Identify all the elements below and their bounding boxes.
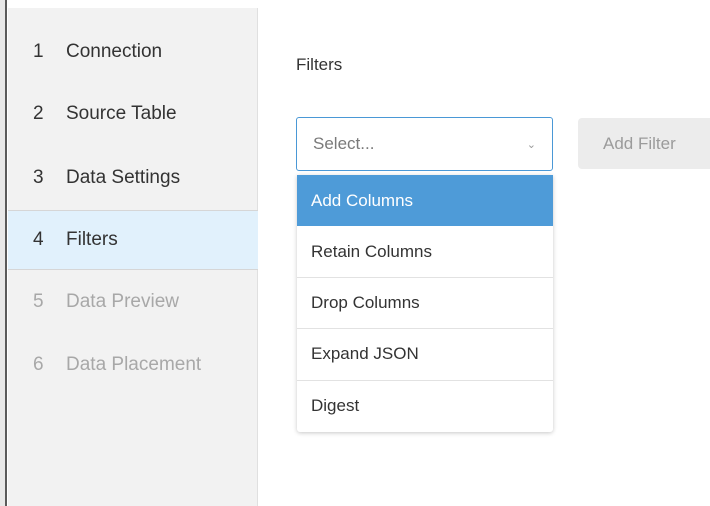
chevron-down-icon: ⌄ — [526, 138, 536, 151]
step-number: 2 — [33, 103, 44, 124]
option-digest[interactable]: Digest — [297, 381, 553, 432]
filters-page: 1 Connection 2 Source Table 3 Data Setti… — [0, 0, 710, 506]
select-placeholder: Select... — [313, 134, 375, 153]
step-label: Source Table — [66, 103, 177, 124]
step-label: Data Preview — [66, 291, 179, 312]
option-retain-columns[interactable]: Retain Columns — [297, 226, 553, 278]
step-data-preview: 5 Data Preview — [8, 272, 258, 332]
step-connection[interactable]: 1 Connection — [8, 22, 258, 82]
step-number: 5 — [33, 291, 44, 312]
step-label: Filters — [66, 229, 118, 250]
step-number: 6 — [33, 354, 44, 375]
option-drop-columns[interactable]: Drop Columns — [297, 278, 553, 330]
step-data-settings[interactable]: 3 Data Settings — [8, 148, 258, 208]
step-filters[interactable]: 4 Filters — [8, 210, 258, 270]
step-label: Connection — [66, 41, 163, 62]
filter-type-dropdown: Add Columns Retain Columns Drop Columns … — [297, 175, 553, 432]
step-number: 3 — [33, 167, 44, 188]
step-label: Data Settings — [66, 167, 181, 188]
step-label: Data Placement — [66, 354, 202, 375]
add-filter-button[interactable]: Add Filter — [578, 118, 710, 169]
filter-type-select[interactable]: Select... ⌄ — [296, 117, 553, 171]
step-data-placement: 6 Data Placement — [8, 335, 258, 395]
step-number: 1 — [33, 41, 44, 62]
section-title: Filters — [296, 55, 343, 74]
step-source-table[interactable]: 2 Source Table — [8, 84, 258, 144]
wizard-steps-sidebar: 1 Connection 2 Source Table 3 Data Setti… — [8, 8, 258, 506]
window-edge-line — [5, 0, 7, 506]
step-number: 4 — [33, 229, 44, 250]
option-add-columns[interactable]: Add Columns — [297, 175, 553, 227]
option-expand-json[interactable]: Expand JSON — [297, 329, 553, 381]
